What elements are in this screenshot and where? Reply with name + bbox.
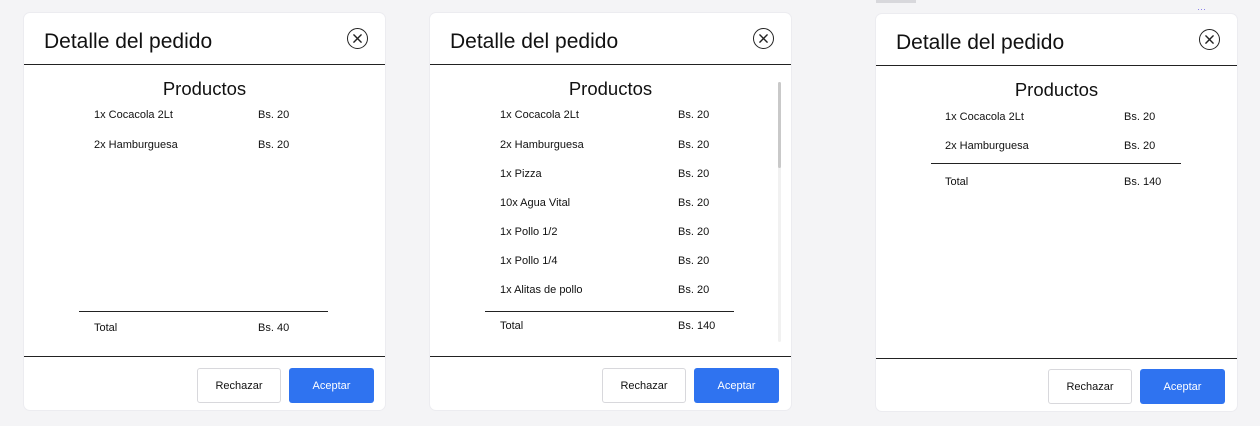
- list-item: 1x Pizza Bs. 20: [500, 168, 720, 188]
- list-item: 1x Alitas de pollo Bs. 20: [500, 284, 720, 304]
- close-icon: [759, 34, 768, 43]
- scrollbar[interactable]: [778, 82, 781, 342]
- list-item: 1x Cocacola 2Lt Bs. 20: [94, 109, 314, 129]
- product-price: Bs. 20: [1124, 140, 1156, 152]
- product-name: 2x Hamburguesa: [945, 140, 1029, 152]
- products-heading: Productos: [568, 78, 653, 99]
- product-name: 1x Alitas de pollo: [500, 284, 583, 296]
- total-value: Bs. 40: [258, 322, 290, 334]
- total-row: Total Bs. 140: [500, 320, 720, 340]
- footer-divider: [430, 356, 791, 357]
- list-item: 2x Hamburguesa Bs. 20: [945, 140, 1165, 160]
- product-price: Bs. 20: [678, 168, 710, 180]
- product-name: 10x Agua Vital: [500, 197, 571, 209]
- total-divider: [485, 311, 734, 312]
- more-icon: ···: [1197, 4, 1206, 14]
- product-name: 2x Hamburguesa: [94, 139, 178, 151]
- modal-title: Detalle del pedido: [896, 31, 1065, 54]
- list-item: 2x Hamburguesa Bs. 20: [500, 139, 720, 159]
- order-detail-modal: Detalle del pedido Productos 1x Cocacola…: [876, 14, 1237, 411]
- total-label: Total: [94, 322, 118, 334]
- product-name: 1x Cocacola 2Lt: [500, 109, 579, 121]
- accept-button[interactable]: Aceptar: [289, 368, 374, 403]
- product-price: Bs. 20: [678, 139, 710, 151]
- product-name: 2x Hamburguesa: [500, 139, 584, 151]
- total-value: Bs. 140: [678, 320, 716, 332]
- product-name: 1x Cocacola 2Lt: [945, 111, 1024, 123]
- total-divider: [79, 311, 328, 312]
- list-item: 10x Agua Vital Bs. 20: [500, 197, 720, 217]
- total-label: Total: [945, 176, 969, 188]
- product-price: Bs. 20: [678, 226, 710, 238]
- list-item: 1x Cocacola 2Lt Bs. 20: [945, 111, 1165, 131]
- product-name: 1x Cocacola 2Lt: [94, 109, 173, 121]
- list-item: 1x Pollo 1/4 Bs. 20: [500, 255, 720, 275]
- total-divider: [931, 163, 1181, 164]
- accept-button[interactable]: Aceptar: [694, 368, 779, 403]
- modal-header: Detalle del pedido: [24, 13, 385, 65]
- order-detail-modal: Detalle del pedido Productos 1x Cocacola…: [24, 13, 385, 410]
- products-heading: Productos: [162, 78, 247, 99]
- product-name: 1x Pollo 1/4: [500, 255, 558, 267]
- close-icon: [353, 34, 362, 43]
- close-icon: [1205, 35, 1214, 44]
- product-name: 1x Pizza: [500, 168, 542, 180]
- footer-divider: [24, 356, 385, 357]
- decorative-bar: [876, 0, 916, 3]
- product-price: Bs. 20: [258, 139, 290, 151]
- list-item: 1x Cocacola 2Lt Bs. 20: [500, 109, 720, 129]
- scrollbar-thumb[interactable]: [778, 82, 781, 168]
- close-button[interactable]: [1199, 29, 1220, 50]
- product-name: 1x Pollo 1/2: [500, 226, 558, 238]
- total-label: Total: [500, 320, 524, 332]
- product-price: Bs. 20: [258, 109, 290, 121]
- accept-button[interactable]: Aceptar: [1140, 369, 1225, 404]
- modal-title: Detalle del pedido: [44, 30, 213, 53]
- product-price: Bs. 20: [678, 255, 710, 267]
- products-heading: Productos: [1014, 79, 1099, 100]
- reject-button[interactable]: Rechazar: [602, 368, 686, 403]
- total-row: Total Bs. 140: [945, 176, 1165, 196]
- close-button[interactable]: [347, 28, 368, 49]
- modal-header: Detalle del pedido: [876, 14, 1237, 66]
- close-button[interactable]: [753, 28, 774, 49]
- list-item: 1x Pollo 1/2 Bs. 20: [500, 226, 720, 246]
- product-price: Bs. 20: [678, 109, 710, 121]
- product-price: Bs. 20: [678, 197, 710, 209]
- modal-title: Detalle del pedido: [450, 30, 619, 53]
- product-price: Bs. 20: [678, 284, 710, 296]
- reject-button[interactable]: Rechazar: [1048, 369, 1132, 404]
- total-row: Total Bs. 40: [94, 322, 314, 342]
- order-detail-modal: Detalle del pedido Productos 1x Cocacola…: [430, 13, 791, 410]
- modal-header: Detalle del pedido: [430, 13, 791, 65]
- footer-divider: [876, 358, 1237, 359]
- list-item: 2x Hamburguesa Bs. 20: [94, 139, 314, 159]
- total-value: Bs. 140: [1124, 176, 1162, 188]
- product-price: Bs. 20: [1124, 111, 1156, 123]
- reject-button[interactable]: Rechazar: [197, 368, 281, 403]
